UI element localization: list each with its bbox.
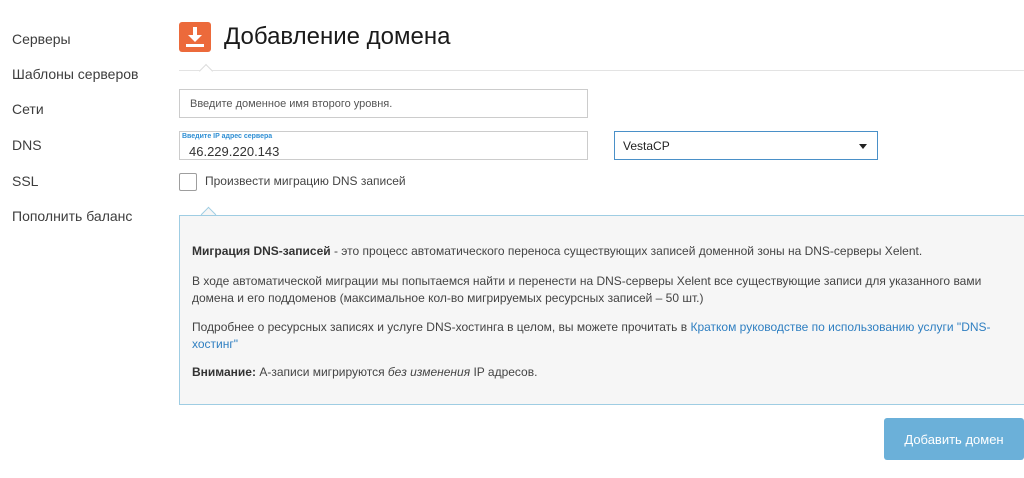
ip-input[interactable] xyxy=(180,143,587,159)
sidebar-item-networks[interactable]: Сети xyxy=(12,101,44,117)
download-icon xyxy=(179,22,211,52)
control-panel-select[interactable]: VestaCP xyxy=(614,131,878,160)
control-panel-select-value: VestaCP xyxy=(623,139,670,153)
caret-down-icon xyxy=(859,144,867,149)
page-title: Добавление домена xyxy=(224,23,451,50)
info-term: Миграция DNS-записей xyxy=(192,244,331,258)
header-divider xyxy=(179,70,1024,71)
domain-input[interactable] xyxy=(180,90,587,117)
info-paragraph-2: В ходе автоматической миграции мы попыта… xyxy=(192,274,982,305)
sidebar: Серверы Шаблоны серверов Сети DNS SSL По… xyxy=(0,0,175,478)
migrate-dns-checkbox-label: Произвести миграцию DNS записей xyxy=(205,174,406,188)
warning-label: Внимание: xyxy=(192,365,256,379)
migrate-dns-checkbox[interactable] xyxy=(179,173,197,191)
add-domain-button[interactable]: Добавить домен xyxy=(884,418,1024,460)
domain-field[interactable] xyxy=(179,89,588,118)
sidebar-item-dns[interactable]: DNS xyxy=(12,137,42,153)
info-paragraph-4: Внимание: А-записи мигрируются без измен… xyxy=(192,365,538,379)
divider-notch xyxy=(198,63,214,79)
sidebar-item-server-templates[interactable]: Шаблоны серверов xyxy=(12,66,138,82)
sidebar-item-ssl[interactable]: SSL xyxy=(12,173,38,189)
dns-migration-info-panel: Миграция DNS-записей - это процесс автом… xyxy=(179,215,1024,405)
info-paragraph-1: Миграция DNS-записей - это процесс автом… xyxy=(192,244,923,258)
ip-field[interactable]: Введите IP адрес сервера xyxy=(179,131,588,160)
sidebar-item-servers[interactable]: Серверы xyxy=(12,31,71,47)
sidebar-item-top-up-balance[interactable]: Пополнить баланс xyxy=(12,208,132,224)
ip-field-label: Введите IP адрес сервера xyxy=(182,133,273,140)
info-paragraph-3: Подробнее о ресурсных записях и услуге D… xyxy=(192,320,991,351)
